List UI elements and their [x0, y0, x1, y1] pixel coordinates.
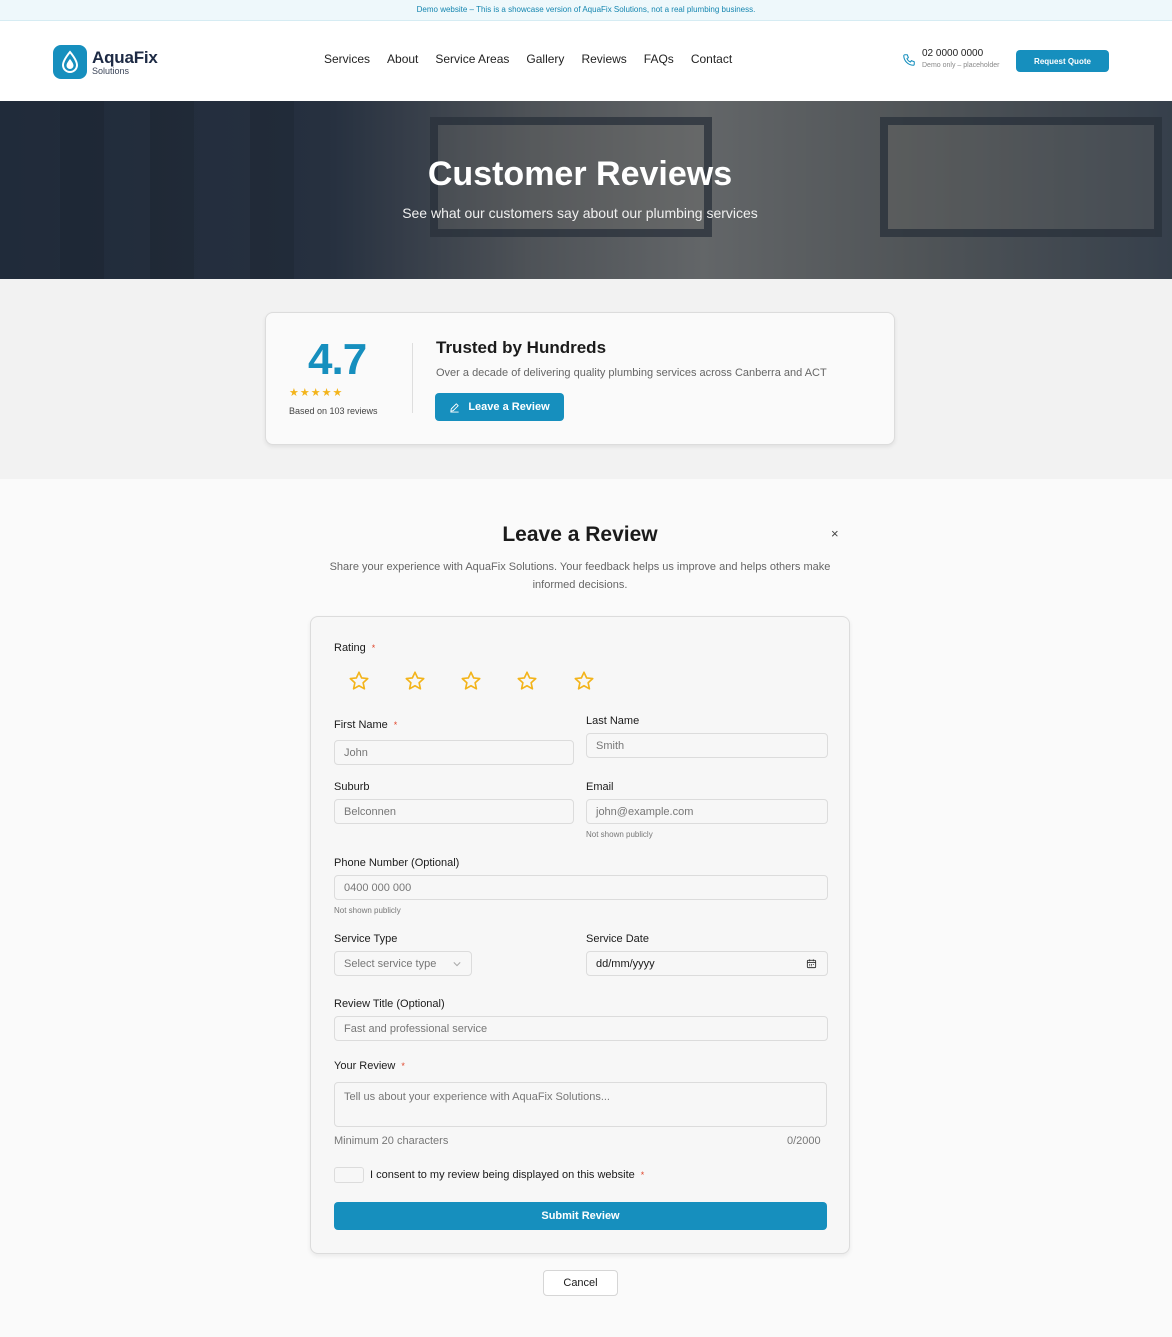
form-description: Share your experience with AquaFix Solut… [329, 561, 831, 591]
suburb-label: Suburb [334, 781, 370, 793]
service-date-input[interactable]: dd/mm/yyyy [586, 951, 828, 976]
nav-about[interactable]: About [387, 52, 418, 66]
request-quote-button[interactable]: Request Quote [1016, 50, 1109, 72]
site-header: AquaFix Solutions Services About Service… [0, 21, 1172, 101]
first-name-input[interactable]: John [334, 740, 574, 765]
pencil-icon [450, 402, 459, 413]
nav-services[interactable]: Services [324, 52, 370, 66]
leave-review-label: Leave a Review [468, 401, 550, 413]
main-nav: Services About Service Areas Gallery Rev… [324, 52, 732, 66]
brand-name: AquaFix [92, 47, 158, 67]
submit-review-button[interactable]: Submit Review [334, 1202, 827, 1230]
review-title-label: Review Title (Optional) [334, 998, 445, 1010]
service-date-value: dd/mm/yyyy [596, 957, 655, 970]
cancel-button[interactable]: Cancel [543, 1270, 618, 1296]
last-name-label: Last Name [586, 715, 640, 727]
service-type-label: Service Type [334, 933, 398, 945]
trust-description: Over a decade of delivering quality plum… [436, 367, 827, 379]
demo-banner: Demo website – This is a showcase versio… [0, 0, 1172, 21]
nav-faqs[interactable]: FAQs [644, 52, 674, 66]
phone-contact[interactable]: 02 0000 0000 Demo only – placeholder [902, 49, 999, 69]
average-rating: 4.7 [308, 335, 367, 384]
service-type-value: Select service type [344, 957, 437, 970]
rating-summary-card: 4.7 ★★★★★ Based on 103 reviews Trusted b… [265, 312, 895, 445]
nav-service-areas[interactable]: Service Areas [435, 52, 509, 66]
phone-note: Not shown publicly [334, 906, 401, 915]
email-note: Not shown publicly [586, 830, 653, 839]
divider [412, 343, 413, 413]
rating-stars: ★★★★★ [289, 387, 344, 399]
last-name-input[interactable]: Smith [586, 733, 828, 758]
phone-number: 02 0000 0000 [922, 48, 984, 59]
review-count: Based on 103 reviews [289, 406, 378, 416]
star-rating-1-icon[interactable] [348, 670, 370, 692]
nav-gallery[interactable]: Gallery [526, 52, 564, 66]
email-label: Email [586, 781, 614, 793]
nav-reviews[interactable]: Reviews [581, 52, 626, 66]
phone-note: Demo only – placeholder [922, 62, 1000, 69]
hero-banner: Customer Reviews See what our customers … [0, 101, 1172, 279]
character-counter: 0/2000 [787, 1135, 821, 1147]
phone-input[interactable]: 0400 000 000 [334, 875, 828, 900]
review-form: Rating * First Name * John Last Name Smith… [310, 616, 850, 1254]
phone-label: Phone Number (Optional) [334, 857, 460, 869]
star-rating-2-icon[interactable] [404, 670, 426, 692]
first-name-label: First Name * [334, 719, 398, 731]
service-date-label: Service Date [586, 933, 649, 945]
email-input[interactable]: john@example.com [586, 799, 828, 824]
consent-label: I consent to my review being displayed o… [370, 1169, 645, 1181]
review-form-section: Leave a Review × Share your experience w… [0, 479, 1172, 1337]
consent-checkbox[interactable] [334, 1167, 364, 1183]
review-textarea[interactable]: Tell us about your experience with AquaF… [334, 1082, 827, 1127]
min-characters-note: Minimum 20 characters [334, 1135, 449, 1147]
leave-review-button[interactable]: Leave a Review [435, 393, 564, 421]
calendar-icon[interactable] [806, 958, 817, 969]
trust-title: Trusted by Hundreds [436, 338, 607, 357]
page-subtitle: See what our customers say about our plu… [402, 205, 758, 221]
water-drop-icon [53, 45, 87, 79]
rating-label: Rating * [334, 642, 376, 654]
review-title-input[interactable]: Fast and professional service [334, 1016, 828, 1041]
close-icon[interactable]: × [831, 526, 839, 541]
star-rating-4-icon[interactable] [516, 670, 538, 692]
phone-icon [903, 54, 915, 66]
form-title: Leave a Review [502, 523, 658, 546]
page-title: Customer Reviews [427, 155, 733, 193]
brand-tagline: Solutions [92, 65, 130, 76]
nav-contact[interactable]: Contact [691, 52, 732, 66]
stats-section: 4.7 ★★★★★ Based on 103 reviews Trusted b… [0, 279, 1172, 479]
chevron-down-icon [453, 961, 461, 966]
review-label: Your Review * [334, 1060, 405, 1072]
star-rating-5-icon[interactable] [573, 670, 595, 692]
star-rating-3-icon[interactable] [460, 670, 482, 692]
service-type-select[interactable]: Select service type [334, 951, 472, 976]
suburb-input[interactable]: Belconnen [334, 799, 574, 824]
logo[interactable]: AquaFix Solutions [53, 45, 158, 79]
